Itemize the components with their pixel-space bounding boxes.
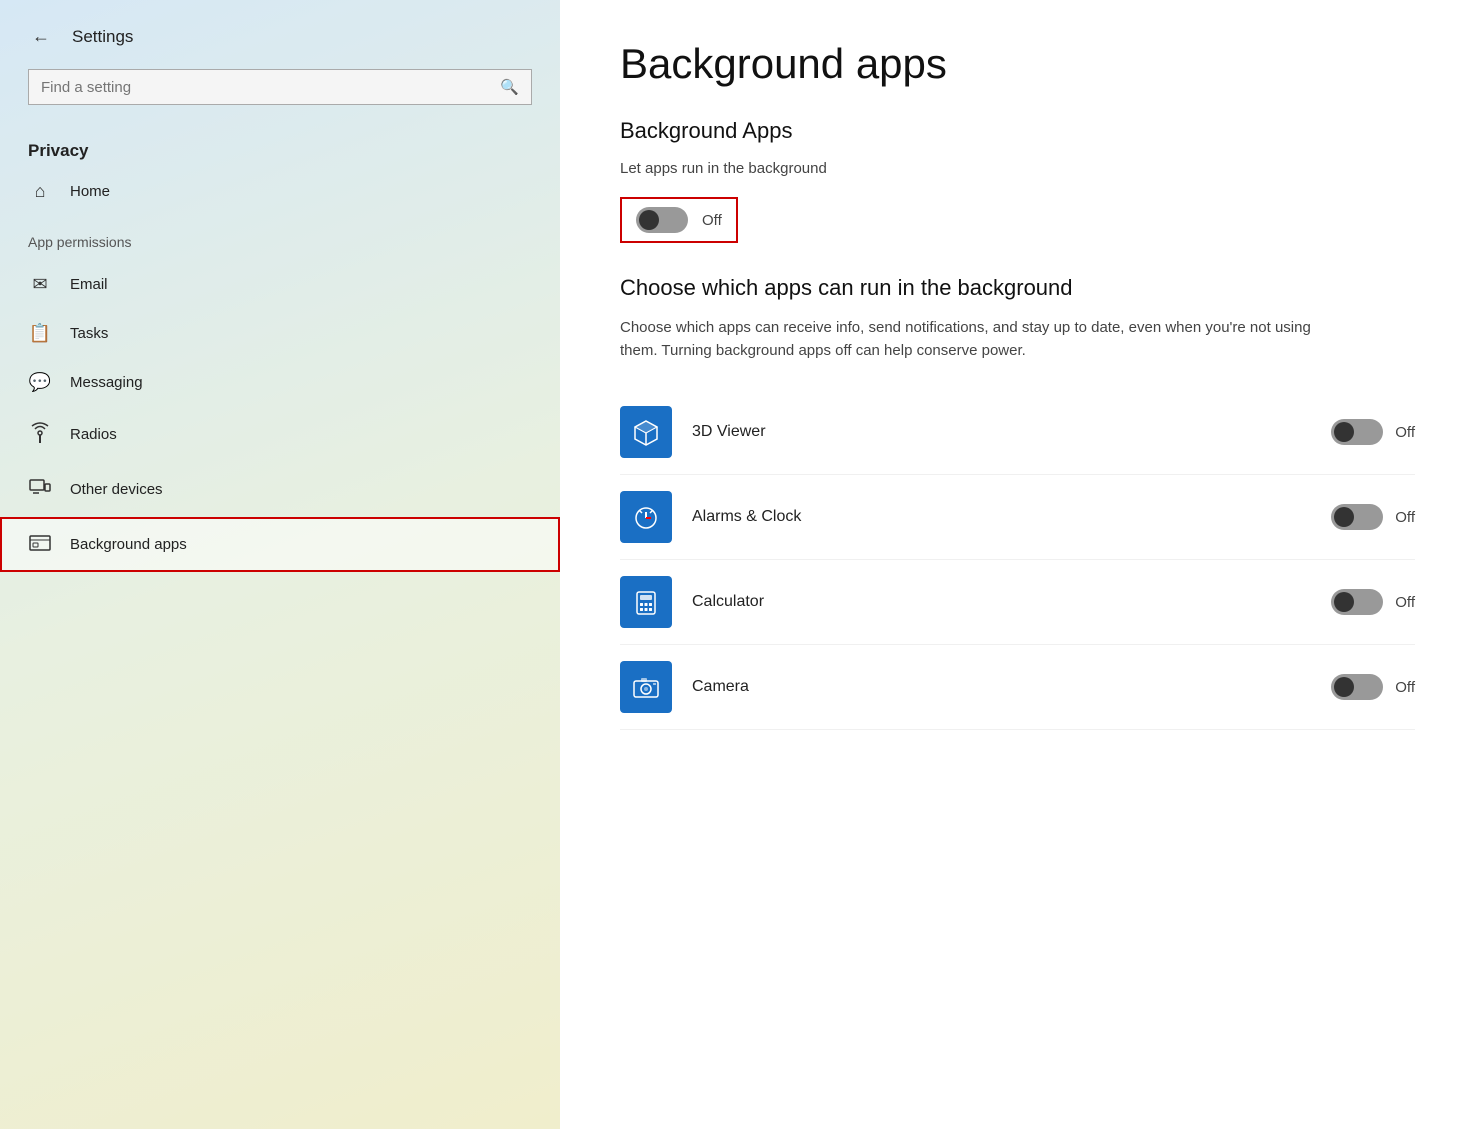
toggle-knob-calculator xyxy=(1334,592,1354,612)
toggle-knob-alarms xyxy=(1334,507,1354,527)
other-devices-icon xyxy=(28,476,52,503)
sidebar-item-tasks[interactable]: 📋 Tasks xyxy=(0,309,560,358)
page-title: Background apps xyxy=(620,40,1415,88)
app-icon-calculator xyxy=(620,576,672,628)
app-toggle-3dviewer[interactable] xyxy=(1331,419,1383,445)
app-icon-alarms xyxy=(620,491,672,543)
main-toggle-label: Off xyxy=(702,212,722,229)
sidebar-item-other-devices[interactable]: Other devices xyxy=(0,462,560,517)
app-list: 3D Viewer Off Alarms & Clock xyxy=(620,390,1415,730)
sidebar-item-messaging[interactable]: 💬 Messaging xyxy=(0,358,560,407)
tasks-icon: 📋 xyxy=(28,323,52,344)
app-toggle-label-3dviewer: Off xyxy=(1395,424,1415,441)
main-toggle[interactable] xyxy=(636,207,688,233)
search-input[interactable] xyxy=(41,79,492,96)
app-name-camera: Camera xyxy=(692,678,1311,696)
main-toggle-row: Off xyxy=(620,197,738,243)
let-apps-desc: Let apps run in the background xyxy=(620,160,1415,177)
sidebar-title: Settings xyxy=(72,27,133,47)
search-box[interactable]: 🔍 xyxy=(28,69,532,105)
sidebar: ← Settings 🔍 Privacy ⌂ Home App permissi… xyxy=(0,0,560,1129)
app-toggle-group-alarms: Off xyxy=(1331,504,1415,530)
app-name-3dviewer: 3D Viewer xyxy=(692,423,1311,441)
app-permissions-label: App permissions xyxy=(0,216,560,260)
messaging-icon: 💬 xyxy=(28,372,52,393)
app-toggle-label-alarms: Off xyxy=(1395,509,1415,526)
main-content: Background apps Background Apps Let apps… xyxy=(560,0,1475,1129)
choose-title: Choose which apps can run in the backgro… xyxy=(620,275,1415,301)
section1-title: Background Apps xyxy=(620,118,1415,144)
sidebar-item-label-messaging: Messaging xyxy=(70,374,143,391)
app-toggle-alarms[interactable] xyxy=(1331,504,1383,530)
app-name-calculator: Calculator xyxy=(692,593,1311,611)
app-toggle-label-camera: Off xyxy=(1395,679,1415,696)
sidebar-item-email[interactable]: ✉ Email xyxy=(0,260,560,309)
background-apps-icon xyxy=(28,531,52,558)
sidebar-item-radios[interactable]: Radios xyxy=(0,407,560,462)
sidebar-item-label-background-apps: Background apps xyxy=(70,536,187,553)
sidebar-header: ← Settings xyxy=(0,0,560,69)
app-row-3dviewer: 3D Viewer Off xyxy=(620,390,1415,475)
app-row-alarms: Alarms & Clock Off xyxy=(620,475,1415,560)
back-button[interactable]: ← xyxy=(28,22,54,51)
radios-icon xyxy=(28,421,52,448)
toggle-knob-camera xyxy=(1334,677,1354,697)
sidebar-item-label-radios: Radios xyxy=(70,426,117,443)
app-icon-camera xyxy=(620,661,672,713)
sidebar-item-label-tasks: Tasks xyxy=(70,325,108,342)
app-row-calculator: Calculator Off xyxy=(620,560,1415,645)
sidebar-item-background-apps[interactable]: Background apps xyxy=(0,517,560,572)
app-toggle-calculator[interactable] xyxy=(1331,589,1383,615)
sidebar-item-label-home: Home xyxy=(70,183,110,200)
sidebar-item-home[interactable]: ⌂ Home xyxy=(0,167,560,216)
sidebar-item-label-other-devices: Other devices xyxy=(70,481,163,498)
toggle-knob-3dviewer xyxy=(1334,422,1354,442)
app-toggle-label-calculator: Off xyxy=(1395,594,1415,611)
privacy-heading: Privacy xyxy=(0,127,560,167)
app-row-camera: Camera Off xyxy=(620,645,1415,730)
choose-desc: Choose which apps can receive info, send… xyxy=(620,317,1320,362)
email-icon: ✉ xyxy=(28,274,52,295)
app-name-alarms: Alarms & Clock xyxy=(692,508,1311,526)
app-toggle-group-calculator: Off xyxy=(1331,589,1415,615)
app-toggle-group-camera: Off xyxy=(1331,674,1415,700)
toggle-knob xyxy=(639,210,659,230)
app-icon-3dviewer xyxy=(620,406,672,458)
app-toggle-group-3dviewer: Off xyxy=(1331,419,1415,445)
sidebar-item-label-email: Email xyxy=(70,276,108,293)
home-icon: ⌂ xyxy=(28,181,52,202)
search-icon: 🔍 xyxy=(500,78,519,96)
app-toggle-camera[interactable] xyxy=(1331,674,1383,700)
